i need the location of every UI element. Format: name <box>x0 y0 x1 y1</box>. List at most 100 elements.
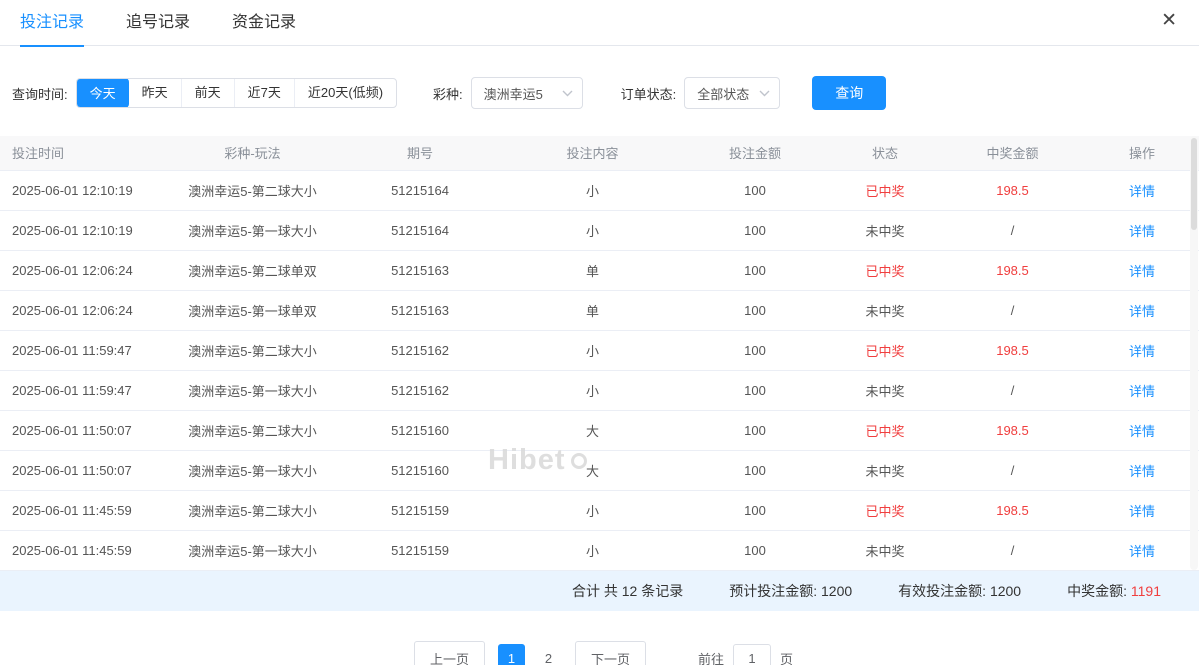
cell-amount: 100 <box>680 410 830 451</box>
column-header: 投注内容 <box>505 136 680 171</box>
table-row: 2025-06-01 11:59:47 澳洲幸运5-第一球大小 51215162 小 1… <box>0 370 1199 411</box>
time-filter-group: 今天 昨天 前天 近7天 近20天(低频) <box>75 78 398 108</box>
cell-issue: 51215159 <box>335 490 505 531</box>
time-filter-option[interactable]: 今天 <box>76 79 129 107</box>
cell-content: 单 <box>505 250 680 291</box>
cell-issue: 51215163 <box>335 290 505 331</box>
cell-time: 2025-06-01 11:59:47 <box>0 330 170 371</box>
table-row: 2025-06-01 11:45:59 澳洲幸运5-第一球大小 51215159 小 1… <box>0 530 1199 571</box>
chevron-down-icon <box>562 90 573 97</box>
next-page-button[interactable]: 下一页 <box>574 640 646 665</box>
cell-status: 未中奖 <box>830 290 940 331</box>
cell-time: 2025-06-01 12:06:24 <box>0 250 170 291</box>
time-filter-option[interactable]: 近20天(低频) <box>293 79 396 107</box>
cell-issue: 51215162 <box>335 370 505 411</box>
column-header: 彩种-玩法 <box>170 136 335 171</box>
cell-issue: 51215160 <box>335 450 505 491</box>
detail-link[interactable]: 详情 <box>1129 504 1155 519</box>
time-filter-option[interactable]: 前天 <box>180 79 234 107</box>
detail-link[interactable]: 详情 <box>1129 304 1155 319</box>
cell-content: 小 <box>505 330 680 371</box>
detail-link[interactable]: 详情 <box>1129 384 1155 399</box>
table-row: 2025-06-01 11:59:47 澳洲幸运5-第二球大小 51215162 小 1… <box>0 330 1199 371</box>
cell-time: 2025-06-01 12:10:19 <box>0 210 170 251</box>
cell-issue: 51215164 <box>335 210 505 251</box>
cell-status: 未中奖 <box>830 370 940 411</box>
column-header: 投注金额 <box>680 136 830 171</box>
column-header: 期号 <box>335 136 505 171</box>
cell-game: 澳洲幸运5-第一球大小 <box>170 450 335 491</box>
summary-valid: 有效投注金额: 1200 <box>898 582 1022 599</box>
column-header: 中奖金额 <box>940 136 1085 171</box>
page-number[interactable]: 2 <box>535 644 562 665</box>
lottery-filter-label: 彩种: <box>433 86 463 102</box>
time-filter-option[interactable]: 近7天 <box>233 79 294 107</box>
tab-1[interactable]: 投注记录 <box>20 0 85 47</box>
page-numbers: 12 <box>493 643 567 665</box>
cell-issue: 51215164 <box>335 170 505 211</box>
filter-row: 查询时间: 今天 昨天 前天 近7天 近20天(低频) 彩种: 澳洲幸运5 订单状态: … <box>0 46 1199 136</box>
detail-link[interactable]: 详情 <box>1129 544 1155 559</box>
cell-amount: 100 <box>680 370 830 411</box>
scrollbar[interactable] <box>1190 136 1198 570</box>
cell-status: 未中奖 <box>830 450 940 491</box>
cell-prize: / <box>940 210 1085 251</box>
cell-game: 澳洲幸运5-第一球单双 <box>170 290 335 331</box>
cell-content: 小 <box>505 170 680 211</box>
cell-time: 2025-06-01 11:45:59 <box>0 530 170 571</box>
cell-status: 已中奖 <box>830 170 940 211</box>
cell-issue: 51215163 <box>335 250 505 291</box>
cell-amount: 100 <box>680 330 830 371</box>
table-header-row: 投注时间 彩种-玩法 期号 投注内容 投注金额 状态 中奖金额 操作 <box>0 136 1199 171</box>
cell-time: 2025-06-01 11:45:59 <box>0 490 170 531</box>
cell-prize: 198.5 <box>940 170 1085 211</box>
detail-link[interactable]: 详情 <box>1129 464 1155 479</box>
detail-link[interactable]: 详情 <box>1129 424 1155 439</box>
summary-row: 合计 共 12 条记录 预计投注金额: 1200 有效投注金额: 1200 中奖… <box>0 570 1199 611</box>
cell-amount: 100 <box>680 530 830 571</box>
cell-game: 澳洲幸运5-第二球大小 <box>170 490 335 531</box>
column-header: 操作 <box>1085 136 1199 171</box>
tab-2[interactable]: 追号记录 <box>126 0 190 46</box>
cell-prize: 198.5 <box>940 490 1085 531</box>
scrollbar-thumb[interactable] <box>1191 138 1197 230</box>
query-button[interactable]: 查询 <box>812 76 887 110</box>
cell-content: 小 <box>505 370 680 411</box>
close-icon[interactable]: ✕ <box>1161 11 1177 30</box>
pagination: 上一页 12 下一页 前往 页 <box>0 640 1199 665</box>
detail-link[interactable]: 详情 <box>1129 184 1155 199</box>
cell-content: 小 <box>505 490 680 531</box>
tab-3[interactable]: 资金记录 <box>232 0 296 46</box>
table-row: 2025-06-01 11:50:07 澳洲幸运5-第一球大小 51215160 大 1… <box>0 450 1199 491</box>
detail-link[interactable]: 详情 <box>1129 344 1155 359</box>
table-row: 2025-06-01 12:10:19 澳洲幸运5-第一球大小 51215164 小 1… <box>0 210 1199 251</box>
cell-amount: 100 <box>680 290 830 331</box>
tabs-bar: 投注记录 追号记录 资金记录 ✕ <box>0 0 1199 47</box>
cell-content: 小 <box>505 210 680 251</box>
records-table: 投注时间 彩种-玩法 期号 投注内容 投注金额 状态 中奖金额 操作 2025-06-01 1… <box>0 136 1199 571</box>
goto-page-input[interactable] <box>733 643 772 665</box>
cell-amount: 100 <box>680 490 830 531</box>
goto-page: 前往 页 <box>698 643 794 665</box>
detail-link[interactable]: 详情 <box>1129 224 1155 239</box>
detail-link[interactable]: 详情 <box>1129 264 1155 279</box>
chevron-down-icon <box>759 90 770 97</box>
lottery-select[interactable]: 澳洲幸运5 <box>470 77 583 109</box>
page-number[interactable]: 1 <box>497 643 525 665</box>
tabs: 投注记录 追号记录 资金记录 <box>20 0 338 47</box>
cell-amount: 100 <box>680 210 830 251</box>
cell-status: 已中奖 <box>830 330 940 371</box>
time-filter-option[interactable]: 昨天 <box>129 79 181 107</box>
cell-time: 2025-06-01 12:06:24 <box>0 290 170 331</box>
status-select[interactable]: 全部状态 <box>684 77 781 109</box>
cell-prize: / <box>940 450 1085 491</box>
cell-game: 澳洲幸运5-第一球大小 <box>170 530 335 571</box>
cell-issue: 51215159 <box>335 530 505 571</box>
prev-page-button[interactable]: 上一页 <box>413 640 485 665</box>
table-row: 2025-06-01 12:06:24 澳洲幸运5-第一球单双 51215163 单 1… <box>0 290 1199 331</box>
cell-content: 大 <box>505 410 680 451</box>
cell-issue: 51215162 <box>335 330 505 371</box>
summary-prize: 中奖金额: 1191 <box>1067 582 1161 599</box>
cell-content: 大 <box>505 450 680 491</box>
goto-suffix: 页 <box>780 651 794 665</box>
